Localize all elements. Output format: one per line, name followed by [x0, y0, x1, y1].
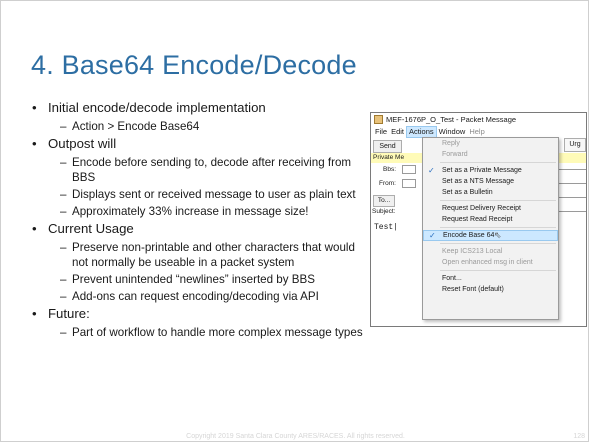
sub-bullet-item: Preserve non-printable and other charact… [32, 240, 372, 270]
bbs-label: Bbs: [383, 166, 397, 173]
menu-item-delivery-receipt[interactable]: Request Delivery Receipt [423, 203, 558, 214]
menu-item-encode-label: Encode Base 64 [443, 232, 495, 239]
bullet-item: Outpost will [32, 136, 372, 152]
checkmark-icon: ✓ [429, 231, 436, 240]
menu-item-encode-base64[interactable]: ✓ Encode Base 64 ⇖ [423, 230, 558, 241]
menu-item-reset-font[interactable]: Reset Font (default) [423, 284, 558, 295]
menu-item-nts[interactable]: Set as a NTS Message [423, 176, 558, 187]
window-title: MEF-1676P_O_Test - Packet Message [386, 115, 517, 124]
bbs-field-right [556, 169, 586, 170]
menu-separator [440, 200, 556, 201]
sub-bullet-item: Add-ons can request encoding/decoding vi… [32, 289, 372, 304]
mouse-cursor-icon: ⇖ [494, 230, 502, 240]
menu-item-keep-ics213[interactable]: Keep ICS213 Local [423, 246, 558, 257]
bullet-list: Initial encode/decode implementation Act… [32, 100, 372, 342]
menu-item-bulletin[interactable]: Set as a Bulletin [423, 187, 558, 198]
actions-dropdown: Reply Forward ✓ Set as a Private Message… [422, 137, 559, 320]
packet-message-window: MEF-1676P_O_Test - Packet Message File E… [370, 112, 587, 327]
window-titlebar: MEF-1676P_O_Test - Packet Message [371, 113, 586, 126]
subject-label: Subject: [372, 208, 396, 215]
from-label: From: [379, 180, 396, 187]
page-number: 128 [573, 433, 585, 440]
subject-field-right [556, 211, 586, 212]
sub-bullet-item: Encode before sending to, decode after r… [32, 155, 372, 185]
menu-separator [440, 162, 556, 163]
sub-bullet-item: Approximately 33% increase in message si… [32, 204, 372, 219]
menu-item-reply[interactable]: Reply [423, 138, 558, 149]
sub-bullet-item: Part of workflow to handle more complex … [32, 325, 432, 340]
bullet-item: Initial encode/decode implementation [32, 100, 372, 116]
menu-item-private[interactable]: ✓ Set as a Private Message [423, 165, 558, 176]
bullet-item: Current Usage [32, 221, 372, 237]
bbs-field[interactable] [402, 165, 416, 174]
from-field-right [556, 183, 586, 184]
bullet-item: Future: [32, 306, 372, 322]
menu-item-forward[interactable]: Forward [423, 149, 558, 160]
menu-separator [440, 270, 556, 271]
menu-separator [440, 243, 556, 244]
sub-bullet-item: Displays sent or received message to use… [32, 187, 372, 202]
menu-separator [440, 227, 556, 228]
to-button[interactable]: To... [373, 195, 395, 207]
menu-item-font[interactable]: Font... [423, 273, 558, 284]
slide-footer: Copyright 2019 Santa Clara County ARES/R… [186, 433, 405, 440]
menu-item-private-label: Set as a Private Message [442, 167, 522, 174]
slide-title: 4. Base64 Encode/Decode [31, 50, 357, 80]
message-body[interactable]: Test| [374, 223, 398, 232]
app-icon [374, 115, 383, 124]
menu-edit[interactable]: Edit [389, 126, 406, 138]
urgent-button[interactable]: Urg [564, 138, 586, 152]
sub-bullet-item: Action > Encode Base64 [32, 119, 372, 134]
sub-bullet-item: Prevent unintended “newlines” inserted b… [32, 272, 372, 287]
menu-item-read-receipt[interactable]: Request Read Receipt [423, 214, 558, 225]
from-field[interactable] [402, 179, 416, 188]
to-field-right [556, 197, 586, 198]
checkmark-icon: ✓ [428, 166, 435, 175]
menu-item-open-enhanced[interactable]: Open enhanced msg in client [423, 257, 558, 268]
menu-file[interactable]: File [373, 126, 389, 138]
send-button[interactable]: Send [373, 140, 402, 153]
